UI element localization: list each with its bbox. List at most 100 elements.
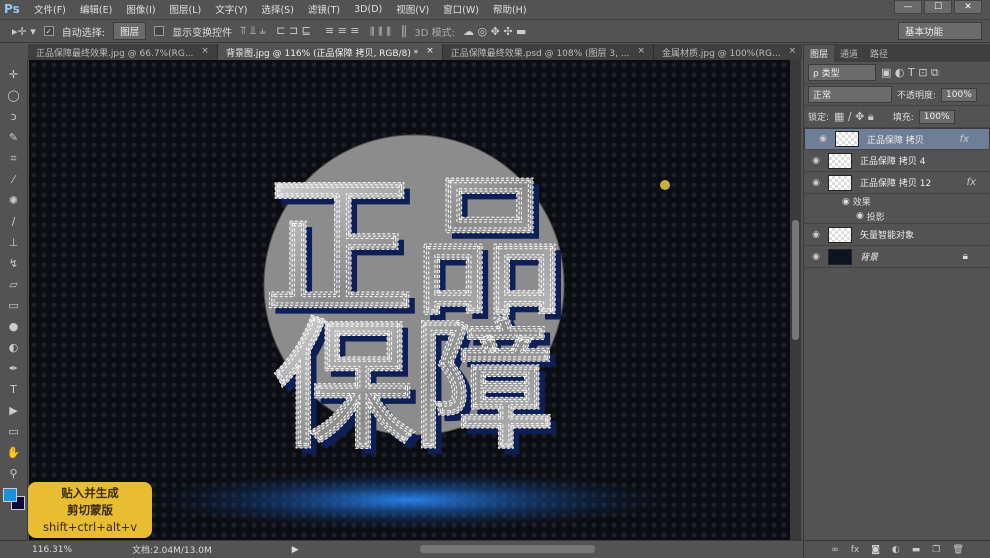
hint-line-1: 贴入并生成 [61,486,119,500]
fx-icon[interactable]: fx [967,177,976,188]
eye-icon[interactable]: ◉ [811,134,835,144]
lasso-tool-icon[interactable]: ↄ [10,108,16,126]
lock-label: 锁定: [808,113,830,123]
vertical-scrollbar[interactable] [790,60,801,540]
tab-channels[interactable]: 通道 [834,45,864,62]
gradient-tool-icon[interactable]: ▭ [8,297,18,315]
layer-row[interactable]: ◉ 正品保障 拷贝 4 [804,150,990,172]
link-icon[interactable]: ∞ [831,545,839,555]
shape-tool-icon[interactable]: ▭ [8,423,18,441]
pen-tool-icon[interactable]: ✒ [9,360,18,378]
3d-mode-label: 3D 模式: [414,27,456,39]
layer-filter-dropdown[interactable]: ρ 类型 [808,64,876,81]
tab-doc-1[interactable]: 正品保障最终效果.jpg @ 66.7%(RG... × [28,44,218,60]
close-tab-icon[interactable]: × [637,46,645,58]
hand-tool-icon[interactable]: ✋ [7,444,21,462]
maximize-button[interactable]: ☐ [924,0,952,14]
menu-edit[interactable]: 编辑(E) [80,2,112,16]
adjustment-icon[interactable]: ◐ [892,545,900,555]
type-tool-icon[interactable]: T [10,381,17,399]
status-menu-arrow[interactable]: ▶ [292,545,299,555]
fx-icon[interactable]: fx [960,134,969,145]
brush-tool-icon[interactable]: ∕ [12,213,16,231]
eye-icon[interactable]: ◉ [804,230,828,240]
align-icons[interactable]: ⫪ ⫫ ⫨ ⊏ ⊐ ⊑ ≡ ≡ ≡ ⫴ ⫴ ⫴ ⫼ [240,24,406,38]
layers-panel: 图层 通道 路径 ρ 类型 ▣ ◐ T ⊡ ⧉ 正常 不透明度: 100% 锁定… [803,44,990,558]
eyedropper-tool-icon[interactable]: ⁄ [13,171,15,189]
close-button[interactable]: ✕ [954,0,982,14]
lock-icons[interactable]: ▦ ∕ ✥ 🔒︎ [834,110,874,124]
show-transform-label: 显示变换控件 [172,27,233,39]
tab-paths[interactable]: 路径 [864,45,894,62]
menu-file[interactable]: 文件(F) [34,2,66,16]
zoom-level[interactable]: 116.31% [32,545,72,555]
crop-tool-icon[interactable]: ⌗ [10,150,16,168]
auto-select-dropdown[interactable]: 图层 [113,22,147,40]
3d-tool-icons[interactable]: ☁ ◎ ✥ ✣ ▬ [463,25,526,38]
close-tab-icon[interactable]: × [789,46,797,58]
mask-icon[interactable]: ◙ [871,545,880,555]
tools-panel: ✛ ◯ ↄ ✎ ⌗ ⁄ ✺ ∕ ⊥ ↯ ▱ ▭ ● ◐ ✒ T ▶ ▭ ✋ ⚲ [0,60,28,540]
layer-row[interactable]: ◉ 正品保障 拷贝 12 fx [804,172,990,194]
menu-help[interactable]: 帮助(H) [493,2,527,16]
auto-select-checkbox[interactable]: ✓ [43,26,54,36]
menu-select[interactable]: 选择(S) [261,2,293,16]
layer-row[interactable]: ◉ 正品保障 拷贝 fx [804,128,990,150]
new-layer-icon[interactable]: ❐ [932,545,940,555]
opacity-input[interactable]: 100% [941,87,977,102]
blue-glow [149,470,669,530]
quick-select-tool-icon[interactable]: ✎ [9,129,18,147]
document-tabs: 正品保障最终效果.jpg @ 66.7%(RG... × 背景图.jpg @ 11… [28,44,806,60]
blur-tool-icon[interactable]: ● [9,318,19,336]
menu-image[interactable]: 图像(I) [126,2,155,16]
fill-input[interactable]: 100% [918,109,955,124]
zoom-tool-icon[interactable]: ⚲ [9,465,17,483]
tab-doc-3[interactable]: 正品保障最终效果.psd @ 108% (图层 3, ... × [443,44,654,60]
menu-3d[interactable]: 3D(D) [354,4,382,15]
workspace-dropdown[interactable]: 基本功能 [898,22,982,40]
move-tool-icon[interactable]: ▸✛ ▾ [12,25,36,38]
eye-icon[interactable]: ◉ [856,211,867,221]
layer-row[interactable]: ◉ 背景 🔒︎ [804,246,990,268]
menu-layer[interactable]: 图层(L) [170,2,202,16]
minimize-button[interactable]: — [894,0,922,14]
trash-icon[interactable]: 🗑︎ [952,545,963,555]
fx-icon[interactable]: fx [851,545,860,555]
eye-icon[interactable]: ◉ [804,156,828,166]
path-select-tool-icon[interactable]: ▶ [9,402,17,420]
menu-window[interactable]: 窗口(W) [443,2,479,16]
filter-icons[interactable]: ▣ ◐ T ⊡ ⧉ [881,66,939,80]
marquee-tool-icon[interactable]: ◯ [7,87,19,105]
eye-icon[interactable]: ◉ [804,252,828,262]
drop-shadow-row[interactable]: ◉ 投影 [804,209,990,224]
folder-icon[interactable]: ▬ [912,545,921,555]
eye-icon[interactable]: ◉ [804,178,828,188]
tab-layers[interactable]: 图层 [804,45,835,62]
eraser-tool-icon[interactable]: ▱ [9,276,17,294]
tab-doc-2[interactable]: 背景图.jpg @ 116% (正品保障 拷贝, RGB/8) * × [217,44,443,60]
fill-label: 填充: [892,113,914,123]
menu-type[interactable]: 文字(Y) [215,2,247,16]
close-tab-icon[interactable]: × [426,46,434,58]
layer-thumbnail [828,226,852,243]
show-transform-checkbox[interactable] [154,26,165,36]
stamp-tool-icon[interactable]: ⊥ [9,234,19,252]
healing-tool-icon[interactable]: ✺ [9,192,18,210]
document-canvas[interactable]: 正品 正品 保障 保障 [29,60,790,540]
menu-filter[interactable]: 滤镜(T) [308,2,340,16]
move-tool-icon[interactable]: ✛ [9,66,18,84]
eye-icon[interactable]: ◉ [842,197,853,207]
dodge-tool-icon[interactable]: ◐ [9,339,19,357]
blend-mode-dropdown[interactable]: 正常 [808,86,892,103]
tab-doc-4[interactable]: 金属材质.jpg @ 100%(RG... × [654,44,806,60]
layer-row[interactable]: ◉ 矢量智能对象 [804,224,990,246]
layer-name: 正品保障 拷贝 [867,135,924,146]
artwork: 正品 正品 保障 保障 [29,60,790,540]
effects-row[interactable]: ◉ 效果 [804,194,990,209]
horizontal-scrollbar[interactable] [420,545,595,553]
ps-logo: Ps [4,2,20,16]
foreground-color-swatch[interactable] [3,488,17,502]
menu-view[interactable]: 视图(V) [396,2,429,16]
history-brush-icon[interactable]: ↯ [9,255,18,273]
close-tab-icon[interactable]: × [201,46,209,58]
